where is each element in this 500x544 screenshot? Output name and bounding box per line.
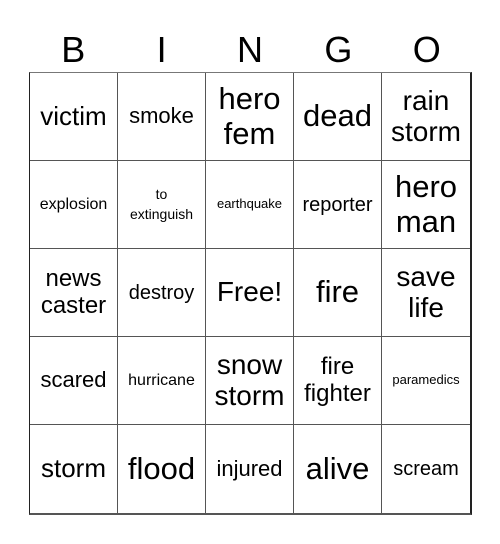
bingo-cell-text: rain storm xyxy=(391,84,461,147)
bingo-cell-text: Free! xyxy=(216,276,283,308)
bingo-header: B I N G O xyxy=(29,28,471,72)
bingo-cell[interactable]: fire fighter xyxy=(294,337,382,425)
bingo-cell-text: hero fem xyxy=(218,81,281,151)
bingo-cell-text: save life xyxy=(396,260,456,323)
bingo-cell-text: injured xyxy=(216,455,283,481)
bingo-cell[interactable]: save life xyxy=(382,249,470,337)
header-letter-o: O xyxy=(412,29,441,70)
bingo-cell-text: alive xyxy=(305,450,370,486)
bingo-cell-text: scared xyxy=(40,367,107,393)
bingo-cell-text: scream xyxy=(393,458,459,480)
bingo-cell[interactable]: smoke xyxy=(118,73,206,161)
bingo-cell-text: dead xyxy=(303,98,372,134)
bingo-cell-text: flood xyxy=(127,450,196,486)
header-letter-b: B xyxy=(61,29,86,70)
bingo-cell[interactable]: paramedics xyxy=(382,337,470,425)
bingo-cell-text: fire xyxy=(315,274,360,310)
header-letter-i: I xyxy=(156,29,167,70)
bingo-cell[interactable]: alive xyxy=(294,425,382,513)
bingo-cell-text: snow storm xyxy=(214,348,285,411)
bingo-cell[interactable]: explosion xyxy=(30,161,118,249)
header-letter-n: N xyxy=(236,29,263,70)
bingo-cell[interactable]: scream xyxy=(382,425,470,513)
bingo-cell-text: smoke xyxy=(129,103,194,129)
bingo-cell[interactable]: flood xyxy=(118,425,206,513)
bingo-cell-text: explosion xyxy=(39,195,108,213)
bingo-cell-text: destroy xyxy=(128,281,195,304)
bingo-cell[interactable]: rain storm xyxy=(382,73,470,161)
bingo-cell[interactable]: storm xyxy=(30,425,118,513)
bingo-cell-text: earthquake xyxy=(216,196,283,212)
bingo-cell[interactable]: reporter xyxy=(294,161,382,249)
bingo-cell[interactable]: hero man xyxy=(382,161,470,249)
bingo-cell-text: fire fighter xyxy=(304,353,371,407)
bingo-cell[interactable]: fire xyxy=(294,249,382,337)
bingo-cell-text: paramedics xyxy=(392,372,460,388)
bingo-grid: victim smoke hero fem dead rain storm explosi… xyxy=(29,72,472,515)
bingo-cell[interactable]: to extinguish xyxy=(118,161,206,249)
bingo-cell-text: hurricane xyxy=(128,371,195,389)
bingo-cell-text: to extinguish xyxy=(129,185,194,222)
bingo-cell[interactable]: earthquake xyxy=(206,161,294,249)
bingo-cell[interactable]: scared xyxy=(30,337,118,425)
bingo-cell[interactable]: victim xyxy=(30,73,118,161)
header-letter-g: G xyxy=(324,29,353,70)
bingo-cell[interactable]: hero fem xyxy=(206,73,294,161)
bingo-cell[interactable]: dead xyxy=(294,73,382,161)
bingo-cell-text: reporter xyxy=(302,193,373,216)
bingo-cell[interactable]: snow storm xyxy=(206,337,294,425)
bingo-cell-text: news caster xyxy=(40,265,107,319)
bingo-cell[interactable]: hurricane xyxy=(118,337,206,425)
bingo-cell-text: hero man xyxy=(394,169,458,239)
bingo-cell[interactable]: Free! xyxy=(206,249,294,337)
bingo-cell-text: victim xyxy=(40,100,107,131)
bingo-cell[interactable]: news caster xyxy=(30,249,118,337)
bingo-cell-text: storm xyxy=(41,453,106,484)
bingo-cell[interactable]: destroy xyxy=(118,249,206,337)
bingo-cell[interactable]: injured xyxy=(206,425,294,513)
